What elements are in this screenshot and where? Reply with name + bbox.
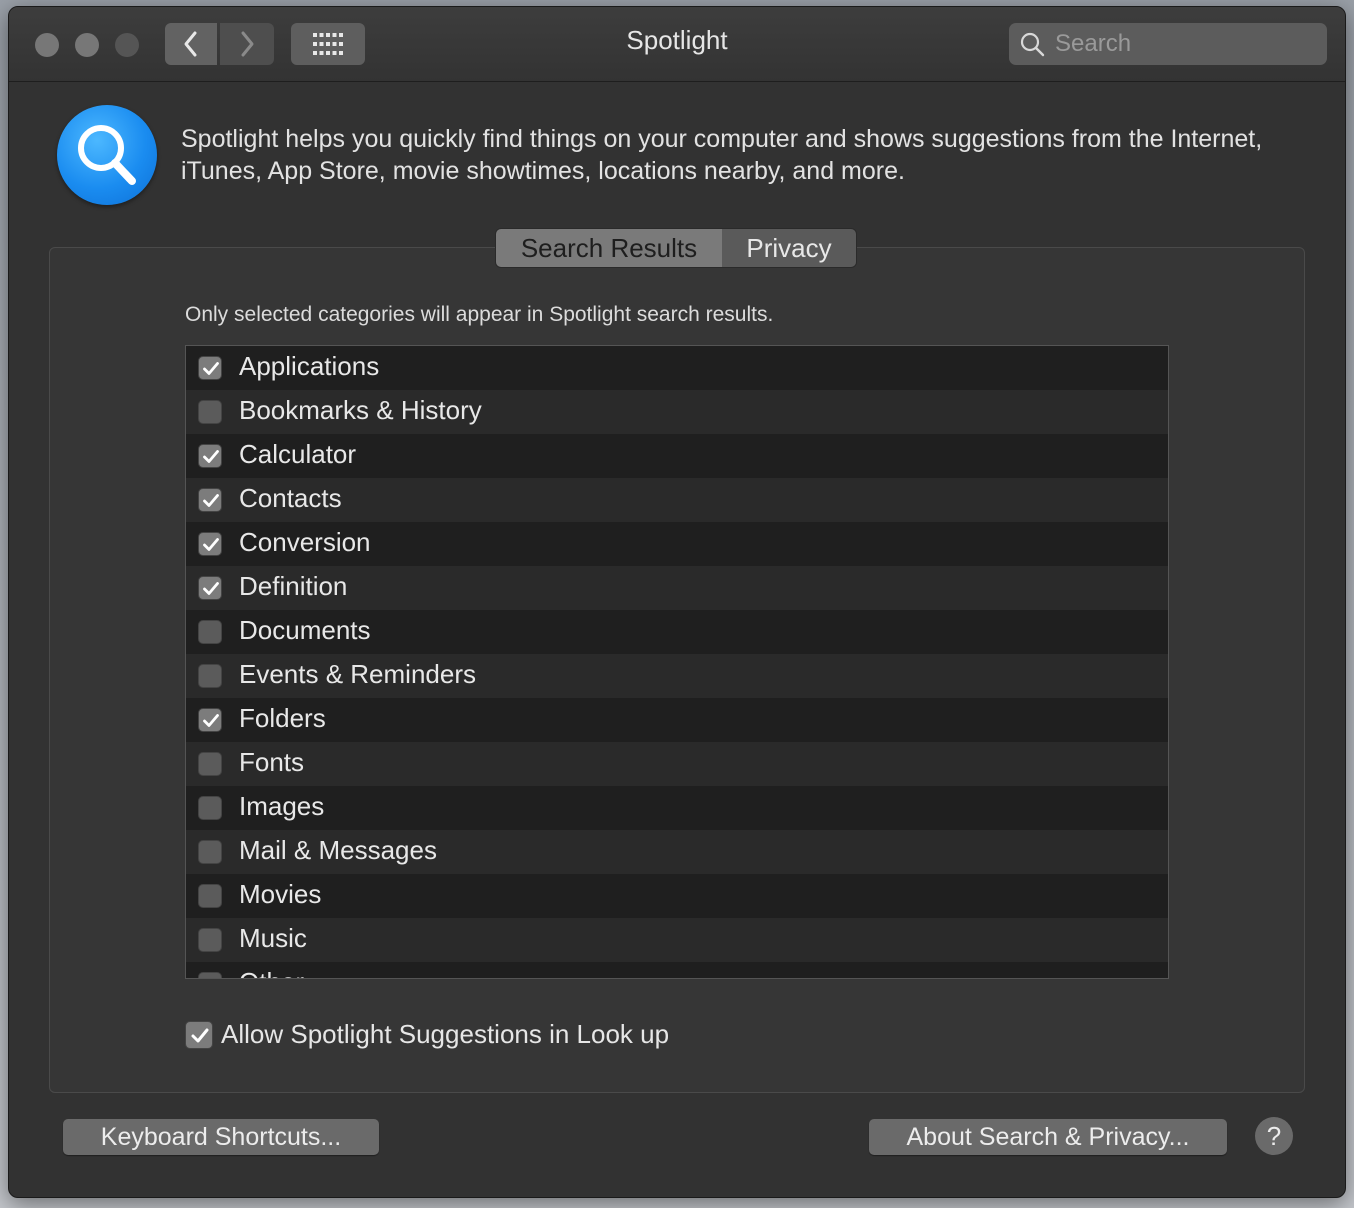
about-search-privacy-button[interactable]: About Search & Privacy... <box>869 1119 1227 1155</box>
category-checkbox[interactable] <box>198 972 222 978</box>
keyboard-shortcuts-button[interactable]: Keyboard Shortcuts... <box>63 1119 379 1155</box>
spotlight-app-icon <box>57 105 157 205</box>
category-row[interactable]: Other <box>186 962 1168 978</box>
checkmark-icon <box>203 582 219 595</box>
category-row[interactable]: Events & Reminders <box>186 654 1168 698</box>
category-label: Folders <box>239 703 326 733</box>
category-checkbox[interactable] <box>198 664 222 688</box>
category-label: Applications <box>239 351 380 381</box>
allow-suggestions-label: Allow Spotlight Suggestions in Look up <box>221 1019 670 1049</box>
category-checkbox[interactable] <box>198 884 222 908</box>
tab-privacy[interactable]: Privacy <box>722 229 856 267</box>
help-button[interactable]: ? <box>1255 1117 1293 1155</box>
category-checkbox[interactable] <box>198 708 222 732</box>
category-checkbox[interactable] <box>198 532 222 556</box>
category-checkbox[interactable] <box>198 796 222 820</box>
checkmark-icon <box>203 714 219 727</box>
category-label: Conversion <box>239 527 371 557</box>
category-row[interactable]: Bookmarks & History <box>186 390 1168 434</box>
category-checkbox[interactable] <box>198 576 222 600</box>
category-label: Events & Reminders <box>239 659 476 689</box>
title-bar: Spotlight <box>9 7 1345 82</box>
category-row[interactable]: Fonts <box>186 742 1168 786</box>
magnifier-icon <box>78 125 136 185</box>
pane-description: Spotlight helps you quickly find things … <box>181 125 1263 185</box>
allow-suggestions-checkbox[interactable] <box>185 1020 213 1049</box>
checkmark-icon <box>203 494 219 507</box>
category-label: Bookmarks & History <box>239 395 482 425</box>
category-label: Images <box>239 791 325 821</box>
category-label: Mail & Messages <box>239 835 437 865</box>
category-label: Movies <box>239 879 322 909</box>
category-row[interactable]: Folders <box>186 698 1168 742</box>
checkmark-icon <box>191 1028 209 1042</box>
category-label: Documents <box>239 615 371 645</box>
category-row[interactable]: Movies <box>186 874 1168 918</box>
category-row[interactable]: Mail & Messages <box>186 830 1168 874</box>
category-checkbox[interactable] <box>198 444 222 468</box>
category-checkbox[interactable] <box>198 928 222 952</box>
category-row[interactable]: Music <box>186 918 1168 962</box>
tab-search-results[interactable]: Search Results <box>496 229 722 267</box>
category-list[interactable]: Applications Bookmarks & History Calculato… <box>185 345 1169 979</box>
category-checkbox[interactable] <box>198 620 222 644</box>
categories-hint: Only selected categories will appear in … <box>185 303 774 326</box>
checkmark-icon <box>203 538 219 551</box>
allow-suggestions-option[interactable]: Allow Spotlight Suggestions in Look up <box>185 1019 669 1050</box>
preferences-window: Spotlight Spotlight helps you quickly fi… <box>8 6 1346 1198</box>
category-checkbox[interactable] <box>198 488 222 512</box>
category-row[interactable]: Images <box>186 786 1168 830</box>
category-row[interactable]: Contacts <box>186 478 1168 522</box>
checkmark-icon <box>203 362 219 375</box>
category-label: Calculator <box>239 439 357 469</box>
search-icon <box>1020 32 1045 57</box>
category-row[interactable]: Documents <box>186 610 1168 654</box>
tab-bar: Search Results Privacy <box>495 228 857 268</box>
category-label: Fonts <box>239 747 305 777</box>
category-label: Definition <box>239 571 348 601</box>
category-checkbox[interactable] <box>198 840 222 864</box>
category-checkbox[interactable] <box>198 356 222 380</box>
category-row[interactable]: Applications <box>186 346 1168 390</box>
category-label: Music <box>239 923 307 953</box>
search-input[interactable] <box>1053 29 1307 59</box>
category-row[interactable]: Conversion <box>186 522 1168 566</box>
category-checkbox[interactable] <box>198 400 222 424</box>
category-row[interactable]: Definition <box>186 566 1168 610</box>
category-row[interactable]: Calculator <box>186 434 1168 478</box>
checkmark-icon <box>203 450 219 463</box>
desktop: Spotlight Spotlight helps you quickly fi… <box>0 0 1354 1208</box>
search-field[interactable] <box>1009 23 1327 65</box>
category-label: Contacts <box>239 483 342 513</box>
category-label: Other <box>239 967 304 978</box>
category-checkbox[interactable] <box>198 752 222 776</box>
